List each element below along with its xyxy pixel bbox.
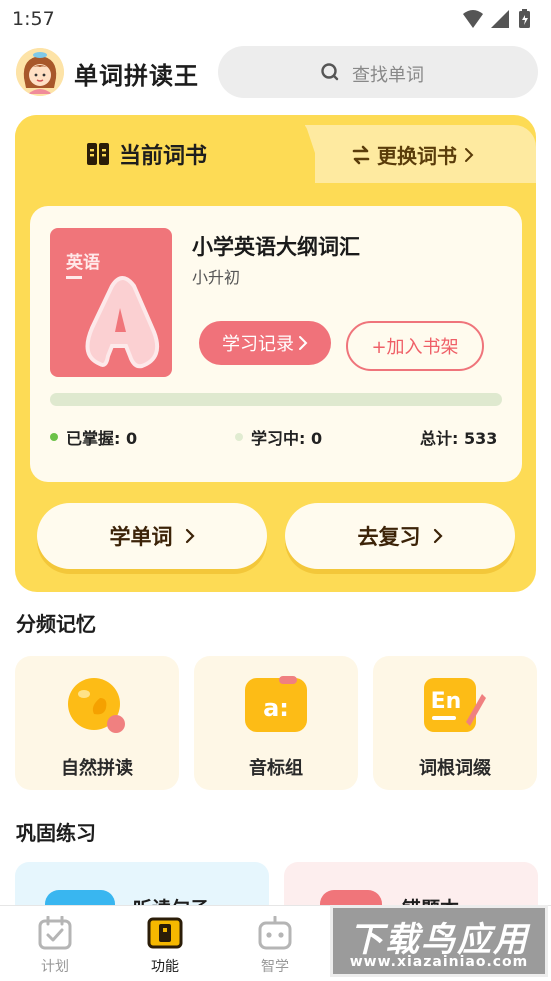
chevron-right-icon [465,147,474,162]
girl-avatar-icon [16,48,64,96]
tab-plan[interactable]: 计划 [0,906,110,981]
status-time: 1:57 [12,8,55,30]
swap-icon [352,145,370,164]
tab-switch-label: 更换词书 [351,140,475,169]
feature-word-root-label: 词根词缀 [419,758,491,779]
feature-phonetic[interactable]: a: 音标组 [194,656,358,790]
book-card[interactable]: 英语 小学英语大纲词汇 小升初 学习记录 +加入书架 已掌握: 0 学习中: 0 [30,206,522,482]
tab-smart-learn-label: 智学 [261,959,289,975]
feature-phonetic-label: 音标组 [249,758,303,779]
status-bar: 1:57 [0,0,551,36]
add-to-shelf-button[interactable]: +加入书架 [346,321,484,371]
learn-words-label: 学单词 [109,525,173,549]
tab-features[interactable]: 功能 [110,906,220,981]
book-cover[interactable]: 英语 [50,228,172,377]
tab-switch-book[interactable]: 更换词书 [305,125,536,183]
section-title-frequency: 分频记忆 [16,612,96,636]
chevron-right-icon [433,528,443,544]
calendar-check-icon [38,916,72,950]
battery-icon [519,9,530,28]
word-root-icon: En [424,678,486,732]
stat-total: 总计: 533 [420,425,497,449]
search-placeholder: 查找单词 [352,65,424,86]
svg-text:a:: a: [263,694,289,722]
stat-learning-text: 学习中: 0 [251,429,323,448]
robot-icon [258,916,292,950]
tab-features-label: 功能 [151,959,179,975]
wifi-icon [463,10,483,28]
avatar[interactable] [16,48,64,96]
chevron-right-icon [185,528,195,544]
study-record-button[interactable]: 学习记录 [199,321,331,365]
book-open-icon [147,917,183,949]
feature-phonics[interactable]: 自然拼读 [15,656,179,790]
letter-a-icon [85,276,159,369]
book-level: 小升初 [192,268,241,287]
tab-smart-learn[interactable]: 智学 [220,906,330,981]
feature-word-root[interactable]: En 词根词缀 [373,656,537,790]
current-book-panel: 更换词书 当前词书 英语 小学英语大纲词汇 小升初 学习记录 +加入书架 已掌握… [15,115,536,592]
book-icon [87,143,109,165]
review-label: 去复习 [357,525,421,549]
section-title-consolidation: 巩固练习 [16,821,96,845]
review-button[interactable]: 去复习 [285,503,515,569]
switch-book-text: 更换词书 [377,144,457,168]
chevron-right-icon [299,336,308,350]
phonetic-icon: a: [245,676,307,732]
book-name: 小学英语大纲词汇 [192,235,360,259]
progress-bar [50,393,502,406]
phonics-icon [68,678,125,733]
status-icons [463,9,530,28]
app-title: 单词拼读王 [74,62,199,90]
site-watermark: 下载鸟应用 www.xiazainiao.com [330,905,548,977]
mastered-dot [50,433,58,441]
learning-dot [235,433,243,441]
stat-mastered: 已掌握: 0 [50,425,137,449]
study-record-label: 学习记录 [222,334,294,355]
stat-total-text: 总计: 533 [420,429,498,448]
tab-current-book[interactable]: 当前词书 [85,138,207,170]
tab-plan-label: 计划 [41,959,69,975]
svg-text:En: En [431,689,462,714]
signal-icon [491,10,509,28]
stat-mastered-text: 已掌握: 0 [66,429,138,448]
watermark-sub: www.xiazainiao.com [349,954,529,970]
app-header: 单词拼读王 查找单词 [0,42,551,102]
feature-phonics-label: 自然拼读 [61,758,133,779]
current-book-title: 当前词书 [119,144,208,169]
learn-words-button[interactable]: 学单词 [37,503,267,569]
search-box[interactable]: 查找单词 [218,46,538,98]
search-icon [321,63,339,81]
stat-learning: 学习中: 0 [235,425,322,449]
